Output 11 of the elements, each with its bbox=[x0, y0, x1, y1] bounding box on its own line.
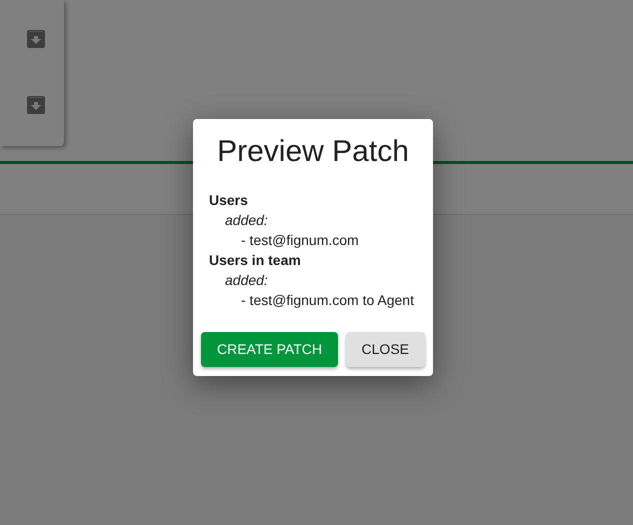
section-title: Users in team bbox=[209, 251, 301, 270]
change-entry: - test@fignum.com to Agent bbox=[240, 291, 414, 310]
change-label: added: bbox=[224, 211, 268, 230]
section-title: Users bbox=[209, 191, 248, 210]
dialog-title: Preview Patch bbox=[216, 135, 410, 169]
change-entry: - test@fignum.com bbox=[240, 231, 359, 250]
close-button[interactable]: CLOSE bbox=[346, 332, 425, 367]
create-patch-button[interactable]: CREATE PATCH bbox=[201, 332, 338, 367]
change-label: added: bbox=[224, 271, 268, 290]
download-icon[interactable] bbox=[27, 30, 45, 48]
download-icon[interactable] bbox=[27, 96, 45, 114]
